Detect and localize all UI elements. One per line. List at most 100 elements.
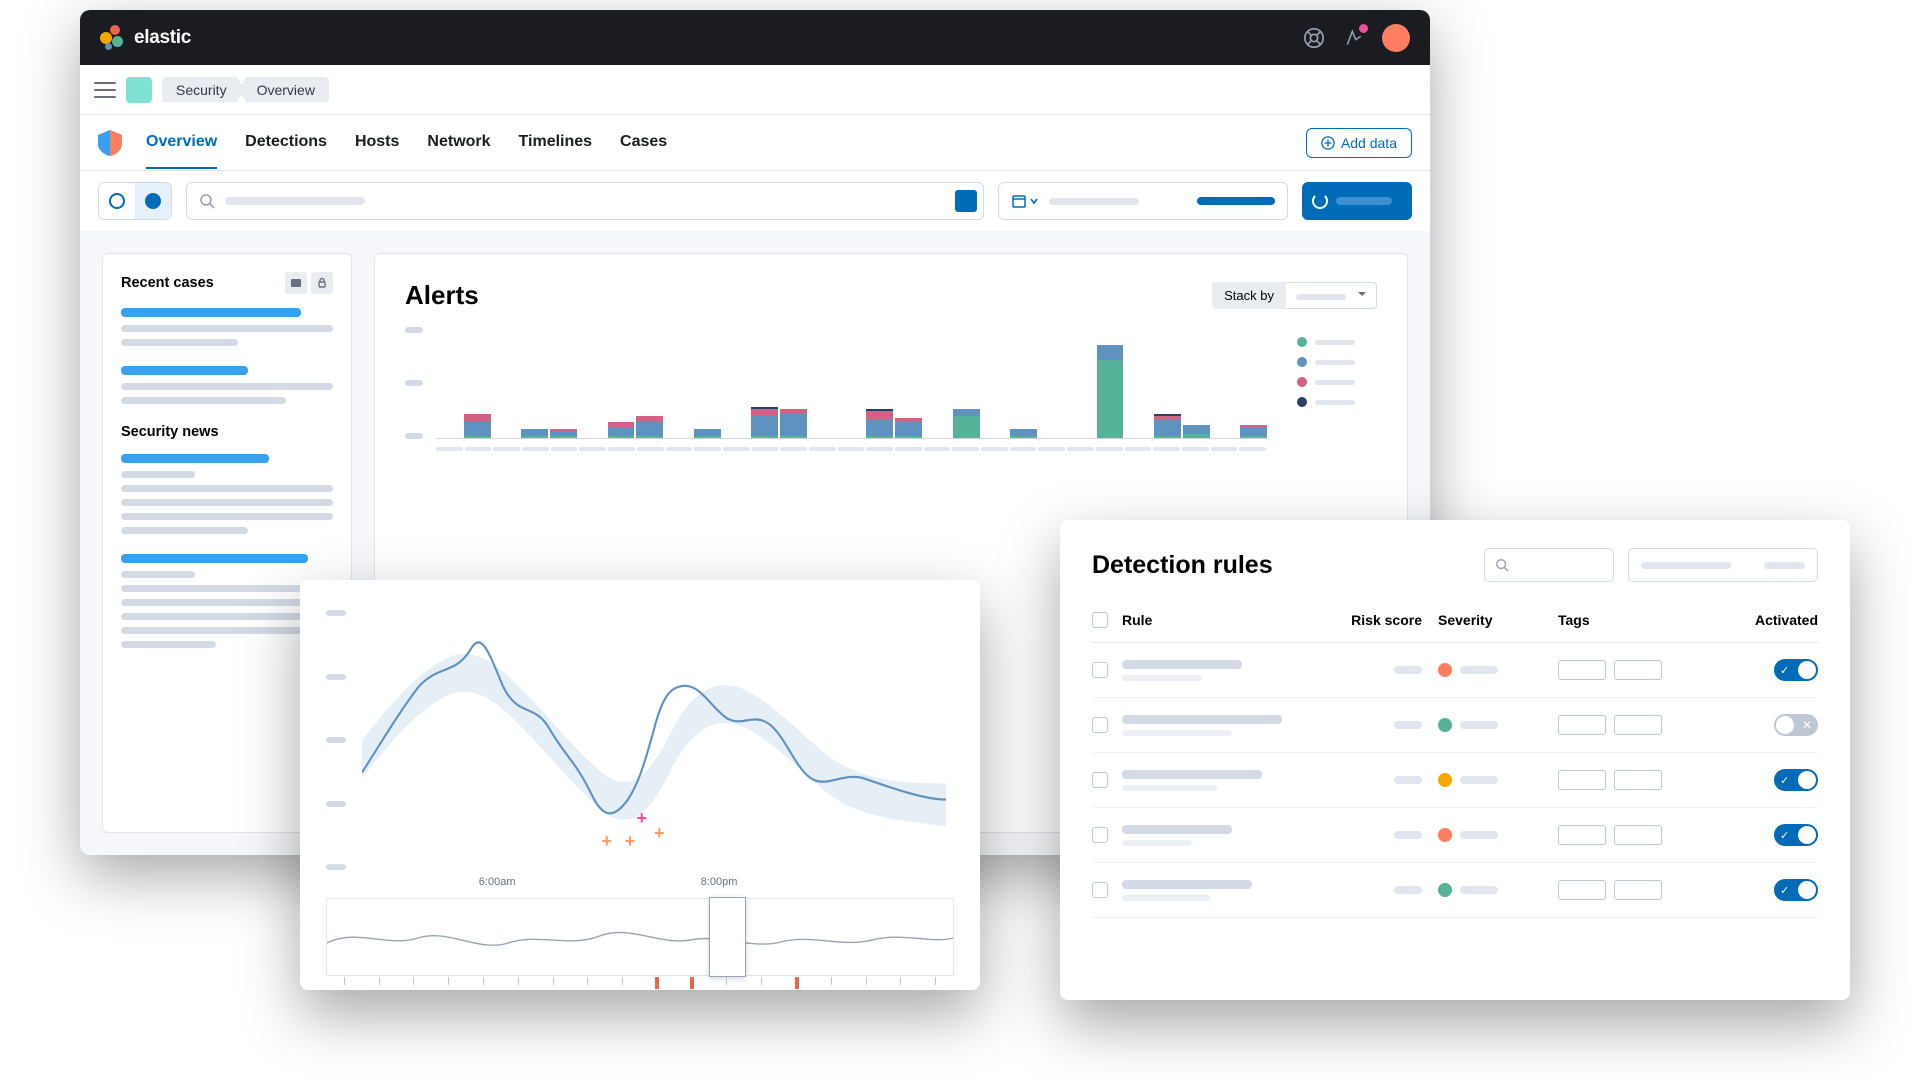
risk-score — [1394, 886, 1422, 894]
help-icon[interactable] — [1302, 26, 1326, 50]
legend-item[interactable] — [1297, 377, 1377, 387]
newsfeed-icon[interactable] — [1342, 26, 1366, 50]
refresh-icon — [1312, 193, 1328, 209]
filter-mode-off[interactable] — [99, 183, 135, 219]
rule-row[interactable]: ✓ — [1092, 753, 1818, 808]
overview-timeline[interactable] — [326, 898, 954, 976]
timeline-brush[interactable] — [709, 897, 747, 977]
menu-toggle-icon[interactable] — [94, 82, 116, 98]
anomaly-marker[interactable]: + — [601, 831, 612, 852]
tab-detections[interactable]: Detections — [245, 117, 327, 169]
tag[interactable] — [1614, 770, 1662, 790]
activated-toggle[interactable]: ✕ — [1774, 714, 1818, 736]
tab-cases[interactable]: Cases — [620, 117, 667, 169]
add-data-button[interactable]: Add data — [1306, 128, 1412, 158]
tags — [1558, 880, 1718, 900]
anomaly-line-chart-card: ++++ 6:00am 8:00pm — [300, 580, 980, 990]
stack-by-label: Stack by — [1212, 282, 1286, 309]
topbar-actions — [1302, 24, 1410, 52]
rule-row[interactable]: ✓ — [1092, 808, 1818, 863]
query-input[interactable] — [186, 182, 984, 220]
severity — [1438, 663, 1558, 677]
row-checkbox[interactable] — [1092, 882, 1108, 898]
security-news-title: Security news — [121, 424, 333, 440]
col-activated: Activated — [1718, 612, 1818, 628]
query-language-badge[interactable] — [955, 190, 977, 212]
tab-network[interactable]: Network — [427, 117, 490, 169]
calendar-icon — [1011, 193, 1039, 209]
date-range-picker[interactable] — [998, 182, 1288, 220]
refresh-button[interactable] — [1302, 182, 1412, 220]
rules-title: Detection rules — [1092, 551, 1273, 580]
recent-case-item[interactable] — [121, 366, 333, 404]
rule-name — [1122, 660, 1328, 681]
brand-logo[interactable]: elastic — [100, 25, 191, 51]
notification-dot — [1359, 24, 1368, 33]
rule-row[interactable]: ✕ — [1092, 698, 1818, 753]
anomaly-marker[interactable]: + — [625, 831, 636, 852]
x-axis-label-left: 6:00am — [479, 876, 516, 888]
filter-mode-on[interactable] — [135, 183, 171, 219]
rule-row[interactable]: ✓ — [1092, 643, 1818, 698]
tab-hosts[interactable]: Hosts — [355, 117, 399, 169]
news-item[interactable] — [121, 454, 333, 534]
rule-name — [1122, 715, 1328, 736]
tag[interactable] — [1614, 660, 1662, 680]
search-icon — [1495, 558, 1509, 572]
col-tags: Tags — [1558, 612, 1718, 628]
filter-bar — [80, 171, 1430, 231]
tag[interactable] — [1614, 880, 1662, 900]
anomaly-marker[interactable]: + — [654, 823, 665, 844]
risk-score — [1394, 776, 1422, 784]
legend-item[interactable] — [1297, 357, 1377, 367]
global-topbar: elastic — [80, 10, 1430, 65]
filter-mode-toggle[interactable] — [98, 182, 172, 220]
breadcrumb-bar: Security Overview — [80, 65, 1430, 115]
activated-toggle[interactable]: ✓ — [1774, 879, 1818, 901]
breadcrumb-app[interactable]: Security — [162, 77, 245, 103]
user-avatar[interactable] — [1382, 24, 1410, 52]
alerts-title: Alerts — [405, 280, 479, 311]
legend-item[interactable] — [1297, 397, 1377, 407]
row-checkbox[interactable] — [1092, 772, 1108, 788]
app-icon[interactable] — [126, 77, 152, 103]
severity — [1438, 773, 1558, 787]
anomaly-marker[interactable]: + — [636, 808, 647, 829]
tag[interactable] — [1558, 715, 1606, 735]
tab-timelines[interactable]: Timelines — [519, 117, 593, 169]
activated-toggle[interactable]: ✓ — [1774, 824, 1818, 846]
tag[interactable] — [1558, 660, 1606, 680]
tag[interactable] — [1614, 825, 1662, 845]
row-checkbox[interactable] — [1092, 827, 1108, 843]
tag[interactable] — [1558, 825, 1606, 845]
tags — [1558, 825, 1718, 845]
row-checkbox[interactable] — [1092, 662, 1108, 678]
rule-name — [1122, 770, 1328, 791]
search-icon — [199, 193, 215, 209]
tab-overview[interactable]: Overview — [146, 117, 217, 169]
select-all-checkbox[interactable] — [1092, 612, 1108, 628]
rules-action-button[interactable] — [1628, 548, 1818, 582]
recent-cases-action-2-icon[interactable] — [311, 272, 333, 294]
tags — [1558, 770, 1718, 790]
tag[interactable] — [1614, 715, 1662, 735]
risk-score — [1394, 721, 1422, 729]
rule-name — [1122, 880, 1328, 901]
activated-toggle[interactable]: ✓ — [1774, 659, 1818, 681]
risk-score — [1394, 831, 1422, 839]
security-shield-icon — [98, 130, 122, 156]
recent-case-item[interactable] — [121, 308, 333, 346]
stack-by-select[interactable] — [1286, 282, 1377, 309]
row-checkbox[interactable] — [1092, 717, 1108, 733]
rule-row[interactable]: ✓ — [1092, 863, 1818, 918]
tag[interactable] — [1558, 770, 1606, 790]
tag[interactable] — [1558, 880, 1606, 900]
plus-circle-icon — [1321, 136, 1335, 150]
col-rule: Rule — [1122, 612, 1328, 628]
rules-search-input[interactable] — [1484, 548, 1614, 582]
recent-cases-action-1-icon[interactable] — [285, 272, 307, 294]
activated-toggle[interactable]: ✓ — [1774, 769, 1818, 791]
legend-item[interactable] — [1297, 337, 1377, 347]
breadcrumb-page[interactable]: Overview — [239, 77, 329, 103]
severity — [1438, 883, 1558, 897]
